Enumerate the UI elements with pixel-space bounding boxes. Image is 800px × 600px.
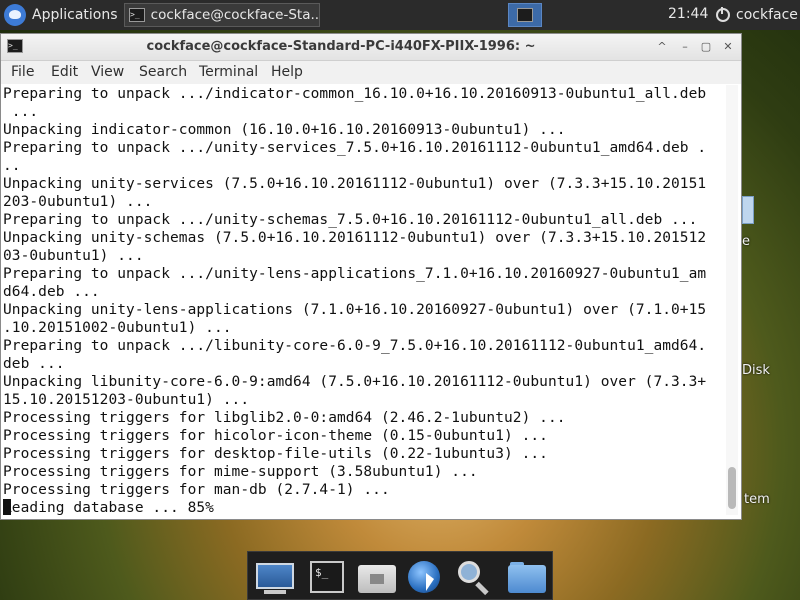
web-browser-icon[interactable]	[404, 559, 444, 595]
xfce-logo-icon	[4, 4, 26, 26]
terminal-line: d64.deb ...	[3, 284, 100, 300]
terminal-scrollbar[interactable]	[726, 85, 738, 515]
terminal-line: .10.20151002-0ubuntu1) ...	[3, 320, 232, 336]
terminal-line: Processing triggers for mime-support (3.…	[3, 464, 478, 480]
terminal-progress-line: Reading database ... 85%	[3, 499, 725, 515]
workspace-terminal-icon	[517, 8, 533, 22]
terminal-line: ...	[3, 104, 39, 120]
app-finder-icon[interactable]	[454, 559, 494, 596]
terminal-line: Processing triggers for hicolor-icon-the…	[3, 428, 548, 444]
user-name: cockface	[736, 7, 798, 23]
terminal-output[interactable]: Preparing to unpack .../indicator-common…	[3, 85, 725, 515]
window-titlebar[interactable]: >_ cockface@cockface-Standard-PC-i440FX-…	[1, 34, 741, 61]
scrollbar-thumb[interactable]	[728, 467, 736, 509]
taskbar-item-label: cockface@cockface-Sta...	[150, 7, 319, 23]
menu-file[interactable]: File	[11, 64, 34, 80]
terminal-line: deb ...	[3, 356, 65, 372]
terminal-line: Preparing to unpack .../indicator-common…	[3, 86, 707, 102]
menu-edit[interactable]: Edit	[51, 64, 78, 80]
menu-bar: File Edit View Search Terminal Help	[1, 61, 741, 84]
close-button[interactable]: ✕	[721, 40, 735, 54]
minimize-button[interactable]: –	[678, 40, 692, 54]
terminal-line: Processing triggers for man-db (2.7.4-1)…	[3, 482, 390, 498]
desktop-label-home[interactable]: e	[742, 234, 750, 249]
show-desktop-icon[interactable]	[254, 559, 294, 595]
desktop-label-filesystem[interactable]: tem	[744, 492, 770, 507]
terminal-line: Unpacking unity-lens-applications (7.1.0…	[3, 302, 707, 318]
reading-database-status: Reading database ... 85%	[3, 500, 214, 515]
window-shade-button[interactable]: ^	[655, 40, 669, 54]
terminal-line: Processing triggers for desktop-file-uti…	[3, 446, 548, 462]
dock: $_	[247, 551, 553, 600]
terminal-icon: >_	[129, 8, 145, 22]
menu-terminal[interactable]: Terminal	[199, 64, 258, 80]
terminal-line: Preparing to unpack .../libunity-core-6.…	[3, 338, 707, 354]
menu-help[interactable]: Help	[271, 64, 303, 80]
window-title: cockface@cockface-Standard-PC-i440FX-PII…	[146, 39, 536, 54]
terminal-window: >_ cockface@cockface-Standard-PC-i440FX-…	[0, 33, 742, 520]
terminal-line: Unpacking unity-services (7.5.0+16.10.20…	[3, 176, 707, 192]
workspace-switcher[interactable]	[508, 3, 542, 27]
terminal-line: Preparing to unpack .../unity-lens-appli…	[3, 266, 707, 282]
menu-view[interactable]: View	[91, 64, 124, 80]
applications-label: Applications	[32, 7, 118, 23]
terminal-line: Processing triggers for libglib2.0-0:amd…	[3, 410, 566, 426]
terminal-line: Unpacking indicator-common (16.10.0+16.1…	[3, 122, 566, 138]
applications-menu[interactable]: Applications	[0, 0, 118, 30]
terminal-line: 03-0ubuntu1) ...	[3, 248, 144, 264]
power-icon	[716, 7, 730, 22]
menu-search[interactable]: Search	[139, 64, 187, 80]
terminal-line: 15.10.20151203-0ubuntu1) ...	[3, 392, 250, 408]
terminal-line: Unpacking unity-schemas (7.5.0+16.10.201…	[3, 230, 707, 246]
terminal-line: Unpacking libunity-core-6.0-9:amd64 (7.5…	[3, 374, 707, 390]
terminal-line: ..	[3, 158, 21, 174]
desktop-file-icon[interactable]	[742, 196, 754, 224]
home-folder-icon[interactable]	[356, 559, 396, 595]
user-menu[interactable]: cockface	[716, 0, 798, 30]
terminal-line: Preparing to unpack .../unity-schemas_7.…	[3, 212, 698, 228]
terminal-launcher-icon[interactable]: $_	[306, 559, 346, 595]
maximize-button[interactable]: ▢	[699, 40, 713, 54]
mouse-pointer-icon	[426, 573, 434, 591]
file-manager-icon[interactable]	[506, 559, 546, 595]
clock[interactable]: 21:44	[668, 6, 708, 22]
terminal-line: Preparing to unpack .../unity-services_7…	[3, 140, 707, 156]
top-panel: Applications >_ cockface@cockface-Sta...…	[0, 0, 800, 30]
desktop-label-disk[interactable]: Disk	[742, 363, 770, 378]
terminal-text: Preparing to unpack .../indicator-common…	[3, 85, 725, 515]
terminal-line: 203-0ubuntu1) ...	[3, 194, 153, 210]
taskbar-terminal-item[interactable]: >_ cockface@cockface-Sta...	[124, 3, 320, 27]
